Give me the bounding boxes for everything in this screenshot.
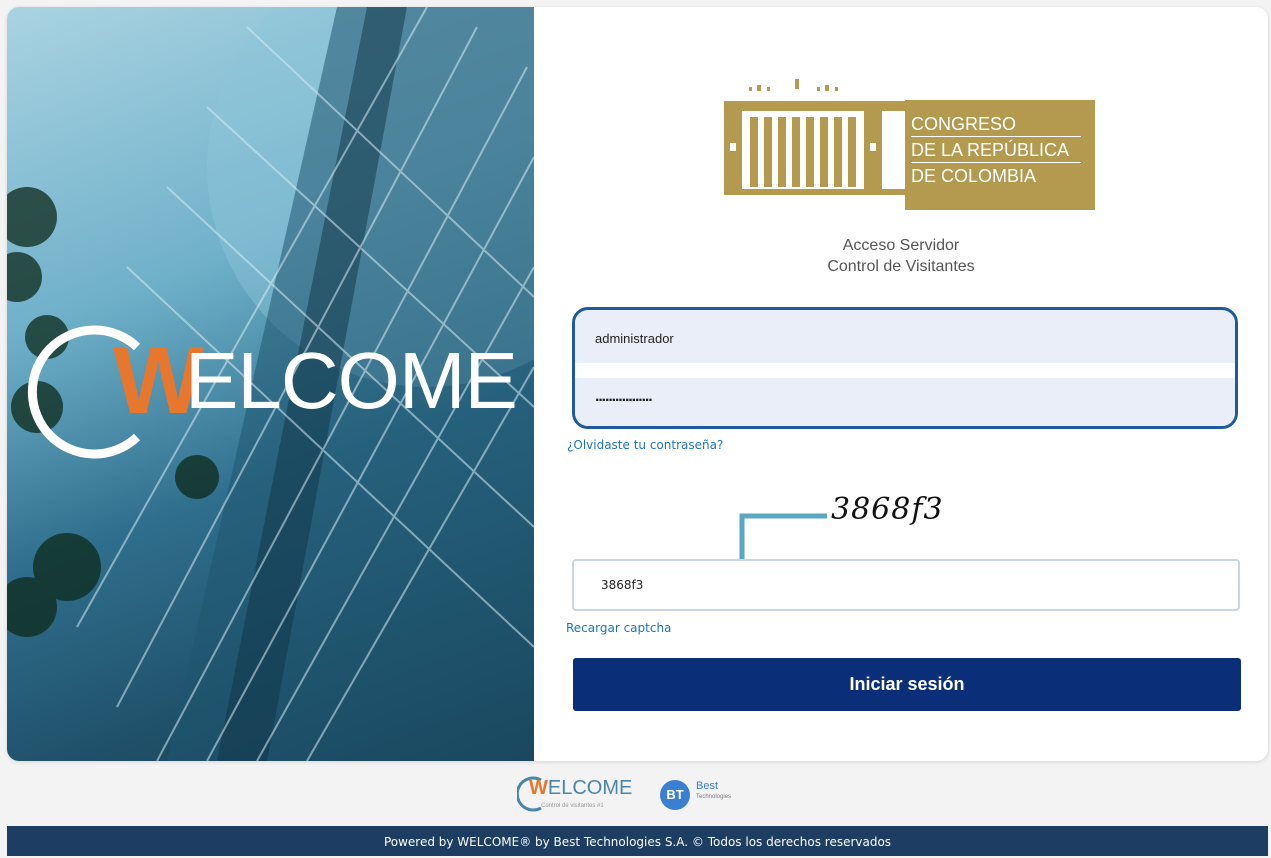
logo-line-3: DE COLOMBIA [911,166,1037,186]
welcome-tagline: Control de visitantes #1 [541,803,604,809]
logo-line-1: CONGRESO [911,114,1017,134]
congreso-plaque: CONGRESO DE LA REPÚBLICA DE COLOMBIA [905,100,1095,210]
login-button[interactable]: Iniciar sesión [573,658,1241,711]
best-logo-text: Best Technologies [696,780,732,801]
welcome-logo-small: WELCOME Control de visitantes #1 [517,772,637,818]
forgot-password-link[interactable]: ¿Olvidaste tu contraseña? [567,438,723,452]
best-technologies-logo: BT Best Technologies [660,780,760,810]
welcome-logo-large: W ELCOME [53,329,518,439]
password-input[interactable] [575,378,1235,424]
capitol-icon [724,79,905,195]
hero-image: W ELCOME [7,7,534,761]
page-title: Acceso Servidor [842,237,960,254]
login-panel: CONGRESO DE LA REPÚBLICA DE COLOMBIA Acc… [534,7,1268,761]
username-input[interactable] [575,316,1235,362]
captcha-input[interactable] [572,559,1240,611]
credentials-highlight [572,307,1238,429]
welcome-small-text: WELCOME [529,777,633,799]
login-card: W ELCOME CONGRESO DE LA REPÚBLICA DE COL… [7,7,1268,761]
page-subtitle: Control de Visitantes [827,258,975,275]
footer-copyright: Powered by WELCOME® by Best Technologies… [7,826,1268,856]
welcome-brand-text: ELCOME [185,336,518,425]
reload-captcha-link[interactable]: Recargar captcha [566,621,671,635]
footer-logos: WELCOME Control de visitantes #1 BT Best… [0,772,1271,818]
congreso-logo: CONGRESO DE LA REPÚBLICA DE COLOMBIA [717,69,1112,211]
best-badge-icon: BT [660,780,690,810]
captcha-image: 3868f3 [831,492,944,527]
logo-line-2: DE LA REPÚBLICA [911,140,1070,160]
credentials-divider [575,363,1235,378]
